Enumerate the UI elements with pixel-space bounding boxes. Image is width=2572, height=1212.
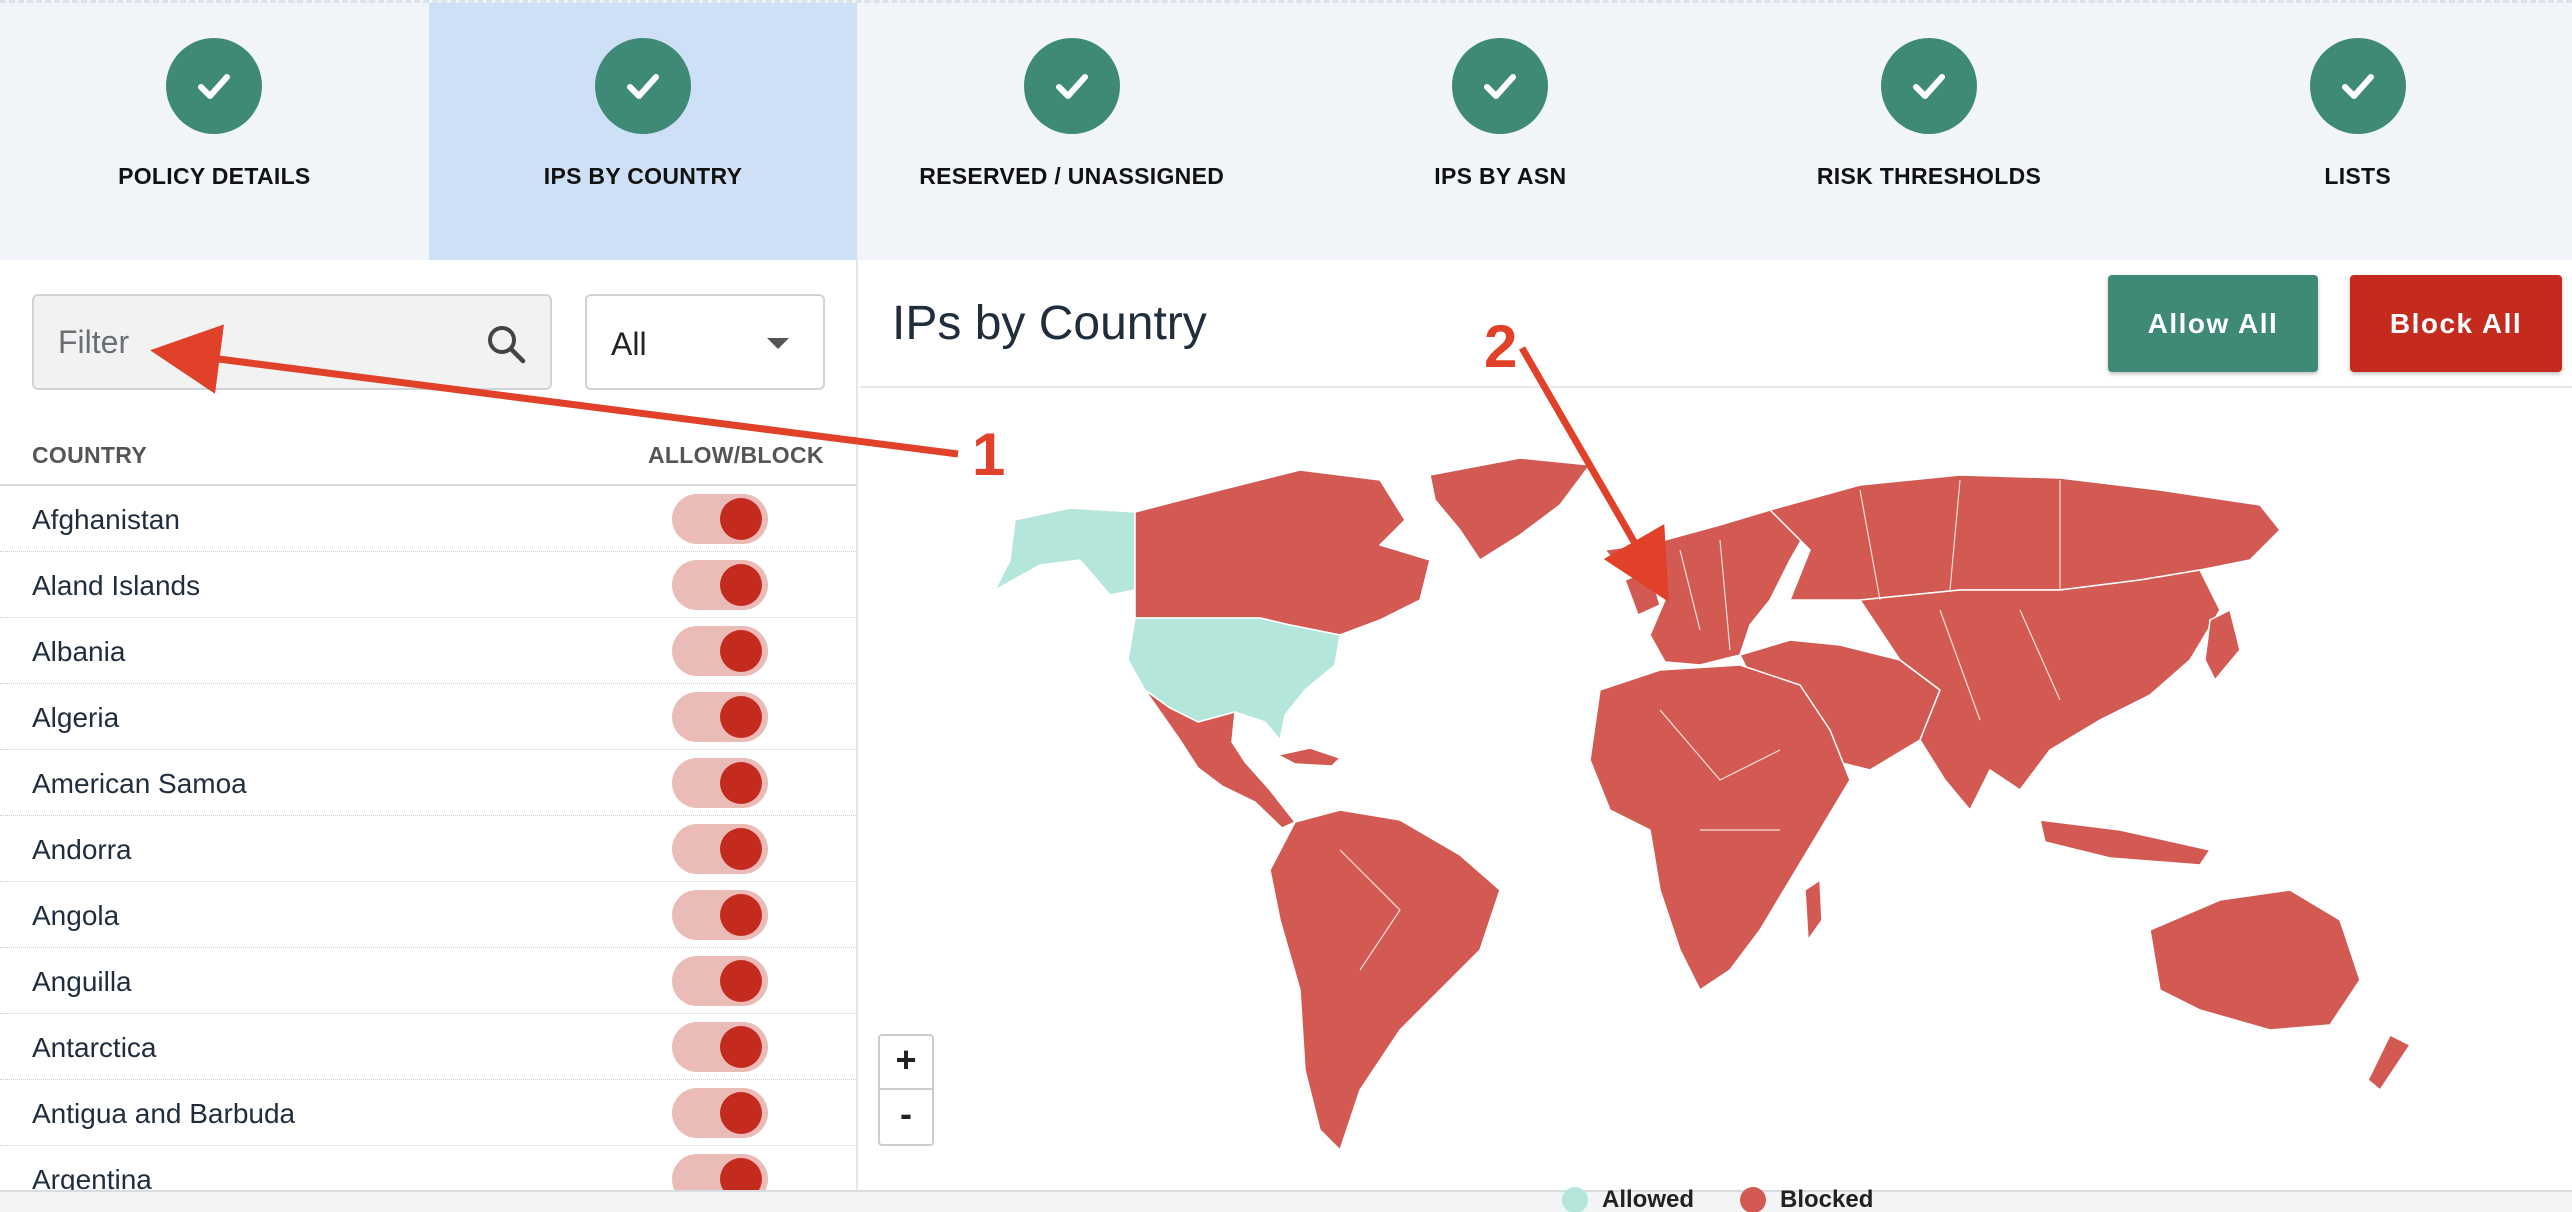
table-row: Anguilla bbox=[0, 948, 856, 1014]
allow-block-toggle[interactable] bbox=[672, 1022, 768, 1072]
map-region-madagascar bbox=[1804, 879, 1823, 941]
column-header-country: COUNTRY bbox=[32, 442, 147, 468]
step-label: IPS BY COUNTRY bbox=[543, 163, 743, 189]
allow-block-toggle[interactable] bbox=[672, 956, 768, 1006]
country-name: Antarctica bbox=[32, 1032, 157, 1063]
step-label: RESERVED / UNASSIGNED bbox=[919, 163, 1225, 189]
toggle-knob bbox=[720, 1026, 762, 1068]
allow-block-toggle[interactable] bbox=[672, 560, 768, 610]
table-row: Afghanistan bbox=[0, 486, 856, 552]
blocked-swatch bbox=[1740, 1187, 1766, 1212]
legend-label: Blocked bbox=[1780, 1186, 1874, 1212]
allowed-swatch bbox=[1562, 1187, 1588, 1212]
allow-block-toggle[interactable] bbox=[672, 692, 768, 742]
country-name: Antigua and Barbuda bbox=[32, 1098, 296, 1129]
step-ips-by-asn[interactable]: IPS BY ASN bbox=[1286, 3, 1715, 260]
legend-allowed: Allowed bbox=[1562, 1186, 1694, 1212]
annotation-label-2: 2 bbox=[1484, 313, 1518, 380]
table-row: Angola bbox=[0, 882, 856, 948]
map-region-new-zealand bbox=[2367, 1034, 2411, 1091]
map-region-canada bbox=[1134, 469, 1431, 636]
allow-block-toggle[interactable] bbox=[672, 824, 768, 874]
map-region-alaska bbox=[994, 507, 1136, 596]
filter-box bbox=[32, 294, 552, 390]
step-label: LISTS bbox=[2324, 163, 2392, 189]
map-region-greenland bbox=[1429, 457, 1591, 561]
block-all-button[interactable]: Block All bbox=[2350, 275, 2562, 372]
toggle-knob bbox=[720, 696, 762, 738]
country-list: Afghanistan Aland Islands Albania Algeri… bbox=[0, 486, 856, 1212]
allow-all-button[interactable]: Allow All bbox=[2108, 275, 2318, 372]
toggle-knob bbox=[720, 828, 762, 870]
check-icon bbox=[2309, 38, 2406, 134]
check-icon bbox=[1452, 38, 1549, 134]
country-name: Algeria bbox=[32, 702, 120, 733]
step-label: POLICY DETAILS bbox=[118, 163, 311, 189]
column-header-allow-block: ALLOW/BLOCK bbox=[648, 442, 824, 468]
toggle-knob bbox=[720, 1092, 762, 1134]
toggle-knob bbox=[720, 894, 762, 936]
check-icon bbox=[595, 38, 691, 134]
map-region-indonesia bbox=[2039, 819, 2211, 866]
country-name: Albania bbox=[32, 636, 126, 667]
check-icon bbox=[166, 38, 263, 134]
toggle-knob bbox=[720, 960, 762, 1002]
country-name: Aland Islands bbox=[32, 570, 201, 601]
table-row: Andorra bbox=[0, 816, 856, 882]
annotation-label-1: 1 bbox=[972, 421, 1006, 488]
country-name: American Samoa bbox=[32, 768, 247, 799]
toggle-knob bbox=[720, 762, 762, 804]
dropdown-value: All bbox=[611, 326, 647, 362]
filter-input[interactable] bbox=[34, 296, 550, 388]
toggle-knob bbox=[720, 564, 762, 606]
check-icon bbox=[1023, 38, 1120, 134]
toggle-knob bbox=[720, 630, 762, 672]
world-map[interactable] bbox=[960, 450, 2480, 1170]
table-row: Algeria bbox=[0, 684, 856, 750]
wizard-stepper: POLICY DETAILS IPS BY COUNTRY RESERVED /… bbox=[0, 0, 2572, 260]
map-region-australia bbox=[2149, 889, 2361, 1031]
zoom-out-button[interactable]: - bbox=[878, 1090, 934, 1146]
legend-label: Allowed bbox=[1602, 1186, 1695, 1212]
allow-block-toggle[interactable] bbox=[672, 626, 768, 676]
step-ips-by-country[interactable]: IPS BY COUNTRY bbox=[428, 3, 858, 260]
allow-block-toggle[interactable] bbox=[672, 758, 768, 808]
toggle-knob bbox=[720, 498, 762, 540]
check-icon bbox=[1881, 38, 1978, 134]
page-title: IPs by Country bbox=[892, 297, 1207, 350]
map-region-iceland bbox=[1604, 544, 1651, 569]
step-reserved-unassigned[interactable]: RESERVED / UNASSIGNED bbox=[857, 3, 1286, 260]
allow-block-toggle[interactable] bbox=[672, 890, 768, 940]
filter-dropdown[interactable]: All bbox=[585, 294, 825, 390]
country-name: Afghanistan bbox=[32, 504, 180, 535]
zoom-in-button[interactable]: + bbox=[878, 1034, 934, 1090]
country-name: Anguilla bbox=[32, 966, 132, 997]
country-panel: All COUNTRY ALLOW/BLOCK Afghanistan Alan… bbox=[0, 260, 858, 1212]
chevron-down-icon bbox=[767, 338, 789, 349]
step-lists[interactable]: LISTS bbox=[2143, 3, 2572, 260]
table-row: American Samoa bbox=[0, 750, 856, 816]
step-label: IPS BY ASN bbox=[1434, 163, 1567, 189]
map-region-japan bbox=[2204, 609, 2241, 681]
allow-block-toggle[interactable] bbox=[672, 1088, 768, 1138]
table-row: Aland Islands bbox=[0, 552, 856, 618]
table-row: Antigua and Barbuda bbox=[0, 1080, 856, 1146]
step-label: RISK THRESHOLDS bbox=[1816, 163, 2042, 189]
legend-blocked: Blocked bbox=[1740, 1186, 1873, 1212]
map-region-south-america bbox=[1269, 809, 1501, 1151]
allow-block-toggle[interactable] bbox=[672, 494, 768, 544]
country-name: Angola bbox=[32, 900, 120, 931]
map-region-caribbean bbox=[1277, 747, 1341, 767]
country-name: Andorra bbox=[32, 834, 132, 865]
search-icon[interactable] bbox=[484, 322, 528, 366]
table-row: Albania bbox=[0, 618, 856, 684]
step-policy-details[interactable]: POLICY DETAILS bbox=[0, 3, 429, 260]
title-divider bbox=[860, 386, 2572, 388]
map-region-africa bbox=[1589, 664, 1851, 991]
step-risk-thresholds[interactable]: RISK THRESHOLDS bbox=[1715, 3, 2144, 260]
scroll-bar[interactable] bbox=[0, 1190, 2572, 1212]
table-row: Antarctica bbox=[0, 1014, 856, 1080]
